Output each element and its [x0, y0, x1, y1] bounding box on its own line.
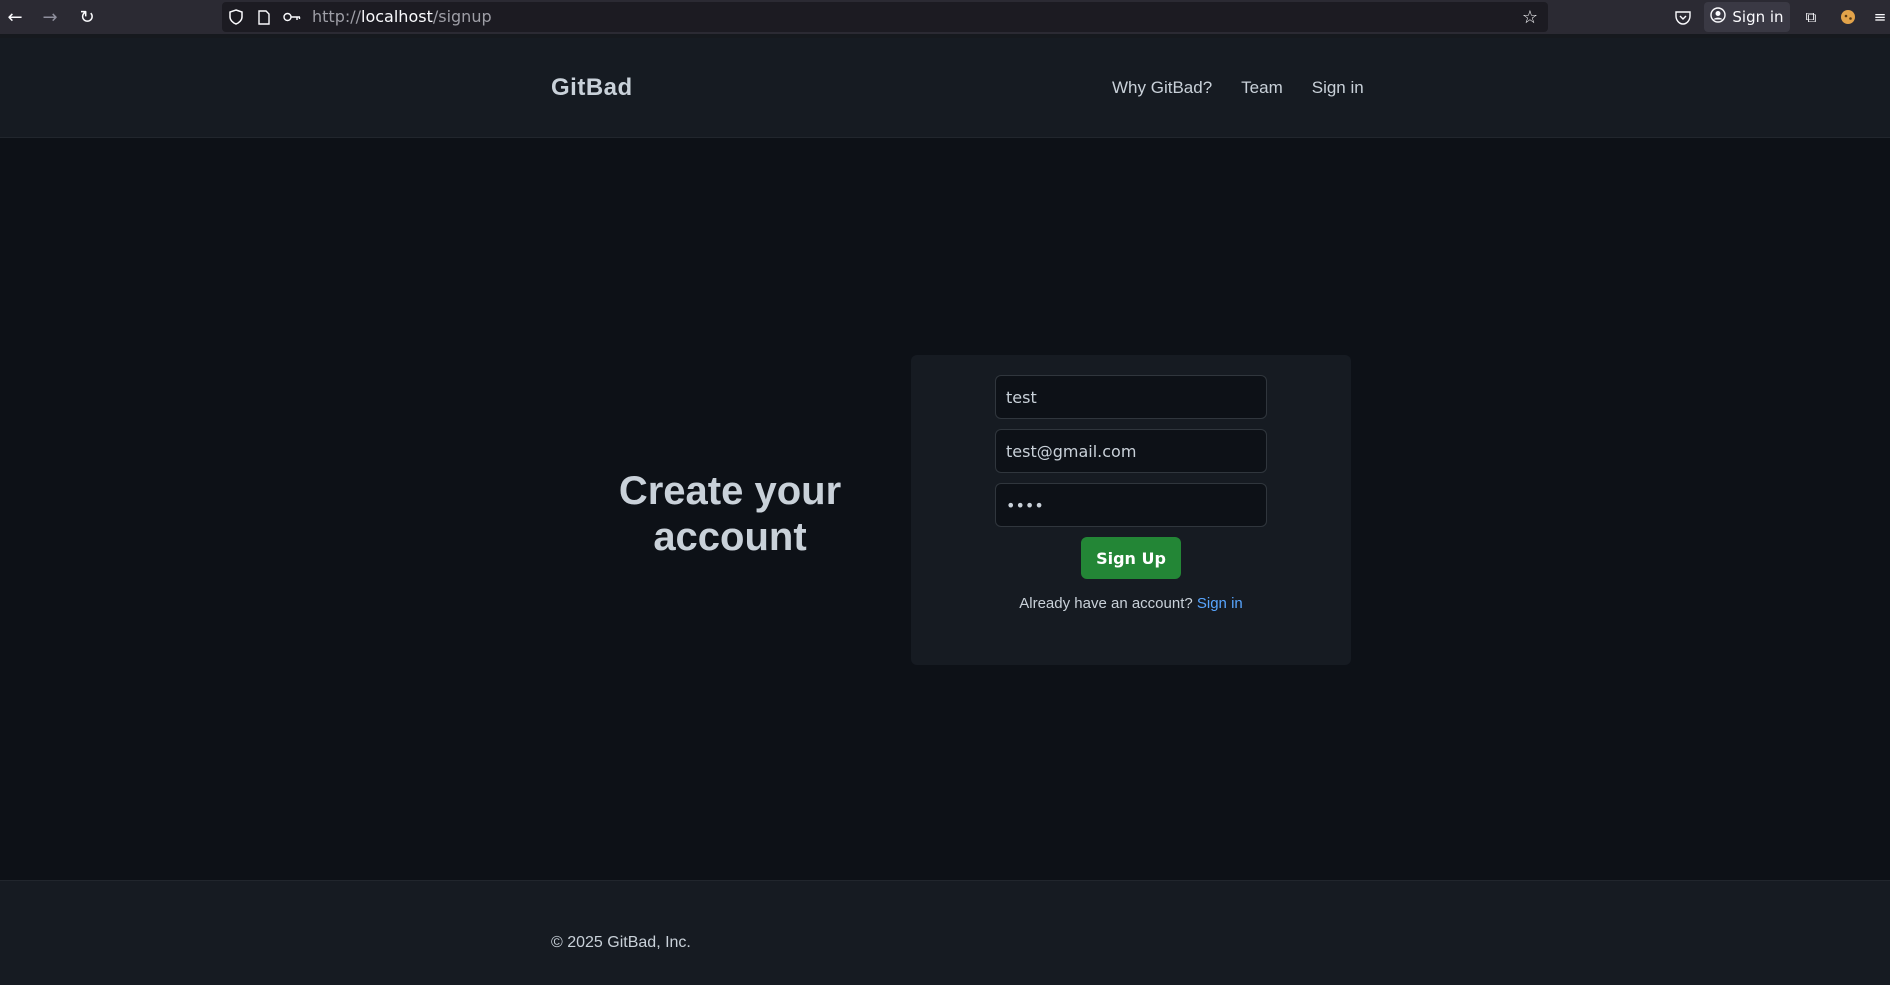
address-bar[interactable]: http://localhost/signup ☆ [222, 2, 1548, 32]
site-logo[interactable]: GitBad [551, 38, 633, 138]
main-nav: Why GitBad? Team Sign in [1112, 38, 1364, 138]
forward-button[interactable]: → [35, 0, 65, 34]
browser-toolbar: ← → ↻ http://localhost/signup ☆ Sign in … [0, 0, 1890, 34]
signup-form-card: Sign Up Already have an account? Sign in [911, 355, 1351, 665]
back-button[interactable]: ← [0, 0, 30, 34]
email-field[interactable] [995, 429, 1267, 473]
page-icon[interactable] [254, 2, 274, 32]
back-arrow-icon: ← [7, 6, 23, 28]
url-scheme: http:// [312, 7, 362, 26]
extension-avatar-icon[interactable] [1833, 0, 1863, 34]
reload-button[interactable]: ↻ [72, 0, 102, 34]
nav-sign-in[interactable]: Sign in [1312, 78, 1364, 98]
browser-signin-label: Sign in [1732, 8, 1784, 26]
pocket-icon[interactable] [1668, 0, 1698, 34]
already-text: Already have an account? [1019, 595, 1193, 612]
browser-account-button[interactable]: Sign in [1704, 2, 1790, 32]
username-field[interactable] [995, 375, 1267, 419]
url-path: /signup [432, 7, 492, 26]
site-header: GitBad Why GitBad? Team Sign in [0, 38, 1890, 138]
url-text[interactable]: http://localhost/signup [312, 2, 492, 32]
password-field[interactable] [995, 483, 1267, 527]
url-host: localhost [361, 7, 433, 26]
site-footer: © 2025 GitBad, Inc. [0, 880, 1890, 985]
key-icon[interactable] [282, 2, 302, 32]
copyright-text: © 2025 GitBad, Inc. [551, 934, 691, 951]
account-icon [1710, 7, 1727, 27]
forward-arrow-icon: → [42, 6, 58, 28]
nav-why-gitbad[interactable]: Why GitBad? [1112, 78, 1212, 98]
signin-prompt: Already have an account? Sign in [911, 595, 1351, 612]
reload-icon: ↻ [79, 6, 95, 28]
nav-team[interactable]: Team [1241, 78, 1283, 98]
extensions-icon[interactable]: ⧉ [1796, 0, 1826, 34]
signup-button[interactable]: Sign Up [1081, 537, 1181, 579]
page-title: Create your account [618, 469, 842, 559]
shield-icon[interactable] [226, 2, 246, 32]
bookmark-star-icon[interactable]: ☆ [1520, 2, 1540, 32]
menu-icon[interactable]: ≡ [1870, 0, 1890, 34]
signin-link[interactable]: Sign in [1197, 595, 1243, 612]
